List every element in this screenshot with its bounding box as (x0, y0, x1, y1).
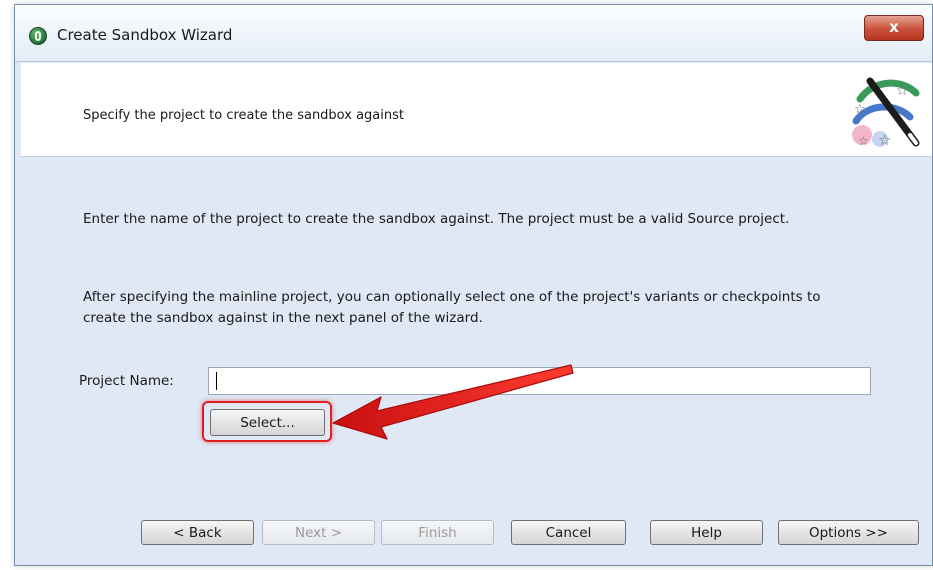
app-icon (29, 27, 47, 45)
svg-text:☆: ☆ (854, 102, 866, 117)
finish-button[interactable]: Finish (381, 520, 494, 545)
text-cursor (216, 372, 217, 390)
instruction-paragraph-1: Enter the name of the project to create … (83, 211, 790, 227)
annotation-arrow-icon (332, 364, 574, 440)
help-button[interactable]: Help (650, 520, 763, 545)
project-name-label: Project Name: (79, 373, 174, 389)
svg-text:☆: ☆ (896, 83, 909, 99)
back-button[interactable]: < Back (141, 520, 254, 545)
window-title: Create Sandbox Wizard (57, 26, 233, 44)
next-button[interactable]: Next > (262, 520, 375, 545)
create-sandbox-wizard-window: Create Sandbox Wizard x Specify the proj… (14, 4, 933, 566)
select-project-button[interactable]: Select... (210, 409, 325, 436)
options-button[interactable]: Options >> (778, 520, 919, 545)
title-bar[interactable]: Create Sandbox Wizard x (15, 5, 932, 62)
magic-wand-stars-icon: ☆ ☆ ☆ ☆ (852, 77, 920, 149)
svg-text:☆: ☆ (878, 131, 891, 149)
header-instruction: Specify the project to create the sandbo… (83, 108, 404, 123)
wizard-header: Specify the project to create the sandbo… (21, 63, 932, 157)
wizard-body: Enter the name of the project to create … (21, 157, 932, 565)
svg-text:☆: ☆ (858, 134, 869, 148)
cancel-button[interactable]: Cancel (511, 520, 626, 545)
instruction-paragraph-2: After specifying the mainline project, y… (83, 289, 821, 326)
close-button[interactable]: x (864, 15, 924, 41)
